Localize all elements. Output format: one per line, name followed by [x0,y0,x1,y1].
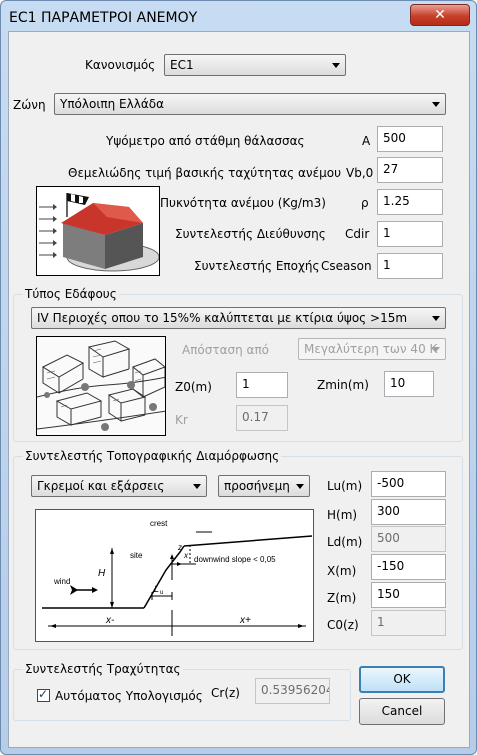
building-wind-illustration [36,186,160,276]
distance-select: Μεγαλύτερη των 40 K [298,338,446,360]
direction-factor-input[interactable]: 1 [377,221,443,247]
zone-select-value: Υπόλοιπη Ελλάδα [60,97,164,111]
diagram-z-label: z [177,543,182,552]
h-label: H(m) [327,508,358,522]
close-icon: ✕ [434,7,446,23]
z0-label: Z0(m) [175,380,212,394]
diagram-downwind-label: downwind slope < 0,05 [194,555,276,564]
topography-diagram: crest wind site downwind slope < 0,05 H … [35,509,314,642]
chevron-down-icon [432,102,440,107]
chevron-down-icon [432,347,440,352]
regulation-label: Κανονισμός [85,58,156,72]
z-input[interactable]: 150 [371,582,446,608]
x-label: X(m) [327,564,357,578]
terrain-category-value: IV Περιοχές οπου το 15%% καλύπτεται με κ… [37,311,408,325]
air-density-symbol: ρ [361,196,369,210]
orientation-select[interactable]: προσήνεμη [218,475,310,497]
diagram-wind-label: wind [53,577,70,586]
basic-wind-speed-label: Θεμελιώδης τιμή βασικής ταχύτητας ανέμου [68,166,342,180]
zone-label: Ζώνη [13,98,46,112]
lu-label: Lu(m) [327,479,363,493]
chevron-down-icon [432,316,440,321]
ok-button[interactable]: OK [359,666,445,693]
terrain-city-illustration [36,336,166,436]
distance-label: Απόσταση από [182,343,270,357]
window-title: EC1 ΠΑΡΑΜΕΤΡΟΙ ΑΝΕΜΟΥ [9,10,198,26]
checkmark-icon: ✓ [38,687,49,701]
diagram-lu-label: L [154,584,159,594]
c0z-label: C0(z) [327,618,359,632]
topography-type-value: Γκρεμοί και εξάρσεις [37,479,165,493]
topography-group-title: Συντελεστής Τοπογραφικής Διαμόρφωσης [23,449,282,463]
kr-label: Kr [175,413,188,427]
zmin-label: Zmin(m) [317,378,369,392]
diagram-lu-sub-label: u [160,590,163,596]
x-input[interactable]: -150 [371,554,446,580]
altitude-label: Υψόμετρο από στάθμη θάλασσας [106,134,305,148]
regulation-select[interactable]: EC1 [164,54,346,76]
zmin-input[interactable]: 10 [384,371,434,397]
chevron-down-icon [193,484,201,489]
auto-calc-label: Αυτόματος Υπολογισμός [55,689,203,703]
diagram-site-label: site [130,551,143,560]
season-factor-label: Συντελεστής Εποχής [194,259,320,273]
crz-input: 0.53956204 [255,678,330,704]
z0-input[interactable]: 1 [236,372,288,398]
basic-wind-speed-symbol: Vb,0 [346,166,374,180]
air-density-label: Πυκνότητα ανέμου (Kg/m3) [160,196,326,210]
terrain-group-title: Τύπος Εδάφους [23,287,119,301]
close-button[interactable]: ✕ [410,4,470,26]
diagram-x-label: x [183,551,189,560]
diagram-x-minus-label: x- [105,615,115,626]
direction-factor-symbol: Cdir [345,227,370,241]
h-input[interactable]: 300 [371,499,446,525]
c0z-input: 1 [371,610,446,636]
basic-wind-speed-input[interactable]: 27 [377,157,443,183]
season-factor-symbol: Cseason [321,259,372,273]
ld-label: Ld(m) [327,535,363,549]
dialog-window: EC1 ΠΑΡΑΜΕΤΡΟΙ ΑΝΕΜΟΥ ✕ Κανονισμός EC1 Ζ… [0,0,477,755]
dialog-client-area: Κανονισμός EC1 Ζώνη Υπόλοιπη Ελλάδα Υψόμ… [8,31,470,748]
ld-input: 500 [371,526,446,552]
cancel-button[interactable]: Cancel [359,698,445,725]
orientation-select-value: προσήνεμη [224,479,290,493]
altitude-input[interactable]: 500 [377,126,443,152]
terrain-category-select[interactable]: IV Περιοχές οπου το 15%% καλύπτεται με κ… [31,307,446,329]
regulation-select-value: EC1 [170,58,194,72]
auto-calc-checkbox[interactable]: ✓ [37,687,50,702]
direction-factor-label: Συντελεστής Διεύθυνσης [175,227,326,241]
roughness-group-title: Συντελεστής Τραχύτητας [23,662,183,676]
diagram-crest-label: crest [150,519,168,528]
chevron-down-icon [296,484,304,489]
diagram-x-plus-label: x+ [239,615,251,626]
topography-type-select[interactable]: Γκρεμοί και εξάρσεις [31,475,207,497]
lu-input[interactable]: -500 [371,471,446,497]
air-density-input[interactable]: 1.25 [377,189,443,215]
zone-select[interactable]: Υπόλοιπη Ελλάδα [54,93,446,115]
altitude-symbol: A [362,134,371,148]
diagram-h-label: H [98,568,106,579]
season-factor-input[interactable]: 1 [377,253,443,279]
distance-select-value: Μεγαλύτερη των 40 K [304,342,438,356]
crz-label: Cr(z) [211,686,240,700]
chevron-down-icon [332,63,340,68]
kr-input: 0.17 [236,405,288,431]
z-label: Z(m) [327,591,357,605]
